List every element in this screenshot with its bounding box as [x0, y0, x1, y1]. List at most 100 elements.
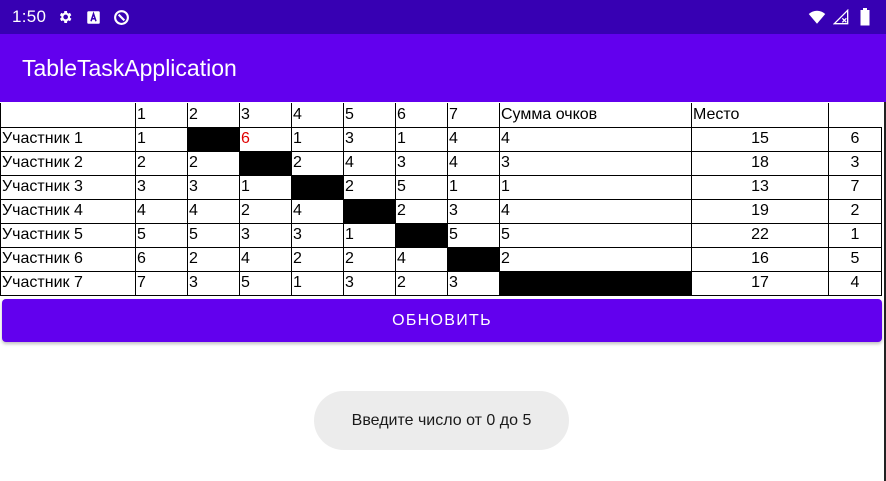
table-row: Участник 6 6 2 4 2 2 4 2 16 5: [0, 246, 882, 272]
participant-name: Участник 6: [0, 246, 136, 272]
table-row: Участник 1 1 6 1 3 1 4 4 15 6: [0, 126, 882, 152]
score-cell[interactable]: 5: [395, 174, 448, 200]
score-cell[interactable]: 3: [187, 270, 240, 296]
place-cell: 5: [828, 246, 882, 272]
status-time: 1:50: [12, 7, 47, 26]
participant-name: Участник 1: [0, 126, 136, 152]
place-cell: 1: [828, 222, 882, 248]
score-cell[interactable]: 4: [135, 198, 188, 224]
table-header-row: 1 2 3 4 5 6 7 Сумма очков Место: [0, 103, 882, 128]
diagonal-cell: [291, 174, 344, 200]
score-cell[interactable]: 5: [499, 222, 692, 248]
settings-icon: [56, 8, 74, 26]
score-cell[interactable]: 2: [395, 270, 448, 296]
sum-cell: 16: [691, 246, 829, 272]
score-cell[interactable]: 2: [239, 198, 292, 224]
place-cell: 6: [828, 126, 882, 152]
diagonal-cell: [447, 246, 500, 272]
header-cell: Место: [691, 103, 829, 128]
score-cell[interactable]: 1: [291, 126, 344, 152]
score-cell[interactable]: 2: [343, 174, 396, 200]
wifi-icon: [808, 8, 826, 26]
update-button[interactable]: ОБНОВИТЬ: [2, 299, 882, 342]
sum-cell: 22: [691, 222, 829, 248]
score-cell[interactable]: 4: [343, 150, 396, 176]
score-cell[interactable]: 2: [291, 150, 344, 176]
score-table: 1 2 3 4 5 6 7 Сумма очков Место Участник 11613144…: [0, 103, 882, 296]
score-cell[interactable]: 1: [395, 126, 448, 152]
participant-name: Участник 3: [0, 174, 136, 200]
table-row: Участник 5 5 5 3 3 1 5 5 22 1: [0, 222, 882, 248]
score-cell[interactable]: 4: [447, 126, 500, 152]
header-cell: 5: [343, 103, 396, 128]
header-cell: Сумма очков: [499, 103, 692, 128]
score-cell[interactable]: 4: [447, 150, 500, 176]
header-cell: [0, 103, 136, 128]
score-cell[interactable]: 2: [395, 198, 448, 224]
score-cell[interactable]: 4: [291, 198, 344, 224]
participant-name: Участник 2: [0, 150, 136, 176]
score-cell[interactable]: 3: [395, 150, 448, 176]
header-cell: 4: [291, 103, 344, 128]
place-cell: 3: [828, 150, 882, 176]
score-cell[interactable]: 6: [239, 126, 292, 152]
header-cell: 2: [187, 103, 240, 128]
place-cell: 7: [828, 174, 882, 200]
table-row: Участник 2 2 2 2 4 3 4 3 18 3: [0, 150, 882, 176]
score-cell[interactable]: 5: [187, 222, 240, 248]
score-cell[interactable]: 6: [135, 246, 188, 272]
header-cell: 1: [135, 103, 188, 128]
place-cell: 2: [828, 198, 882, 224]
signal-icon: [832, 8, 850, 26]
sum-cell: 15: [691, 126, 829, 152]
table-row: Участник 3 3 3 1 2 5 1 1 13 7: [0, 174, 882, 200]
app-title: TableTaskApplication: [22, 54, 237, 81]
score-cell[interactable]: 1: [239, 174, 292, 200]
score-cell[interactable]: 5: [135, 222, 188, 248]
sync-icon: [112, 8, 130, 26]
score-cell[interactable]: 2: [291, 246, 344, 272]
score-cell[interactable]: 2: [343, 246, 396, 272]
diagonal-cell: [499, 270, 692, 296]
score-cell[interactable]: 1: [499, 174, 692, 200]
score-cell[interactable]: 1: [291, 270, 344, 296]
battery-icon: [856, 8, 874, 26]
score-cell[interactable]: 3: [343, 126, 396, 152]
score-cell[interactable]: 4: [395, 246, 448, 272]
a-badge-icon: [84, 8, 102, 26]
score-cell[interactable]: 3: [187, 174, 240, 200]
sum-cell: 19: [691, 198, 829, 224]
score-cell[interactable]: 2: [135, 150, 188, 176]
score-cell[interactable]: 4: [499, 126, 692, 152]
score-cell[interactable]: 1: [135, 126, 188, 152]
score-cell[interactable]: 3: [499, 150, 692, 176]
score-cell[interactable]: 4: [499, 198, 692, 224]
score-cell[interactable]: 1: [343, 222, 396, 248]
participant-name: Участник 7: [0, 270, 136, 296]
header-cell: 7: [447, 103, 500, 128]
place-cell: 4: [828, 270, 882, 296]
participant-name: Участник 4: [0, 198, 136, 224]
score-cell[interactable]: 3: [447, 270, 500, 296]
sum-cell: 17: [691, 270, 829, 296]
score-cell[interactable]: 2: [499, 246, 692, 272]
score-cell[interactable]: 3: [343, 270, 396, 296]
score-cell[interactable]: 4: [239, 246, 292, 272]
status-bar: 1:50: [0, 0, 886, 34]
sum-cell: 13: [691, 174, 829, 200]
score-cell[interactable]: 7: [135, 270, 188, 296]
score-cell[interactable]: 2: [187, 150, 240, 176]
score-cell[interactable]: 3: [239, 222, 292, 248]
score-cell[interactable]: 5: [447, 222, 500, 248]
score-cell[interactable]: 3: [447, 198, 500, 224]
score-cell[interactable]: 3: [135, 174, 188, 200]
diagonal-cell: [395, 222, 448, 248]
header-cell: 6: [395, 103, 448, 128]
score-cell[interactable]: 5: [239, 270, 292, 296]
score-cell[interactable]: 1: [447, 174, 500, 200]
score-cell[interactable]: 4: [187, 198, 240, 224]
score-cell[interactable]: 2: [187, 246, 240, 272]
diagonal-cell: [239, 150, 292, 176]
participant-name: Участник 5: [0, 222, 136, 248]
score-cell[interactable]: 3: [291, 222, 344, 248]
